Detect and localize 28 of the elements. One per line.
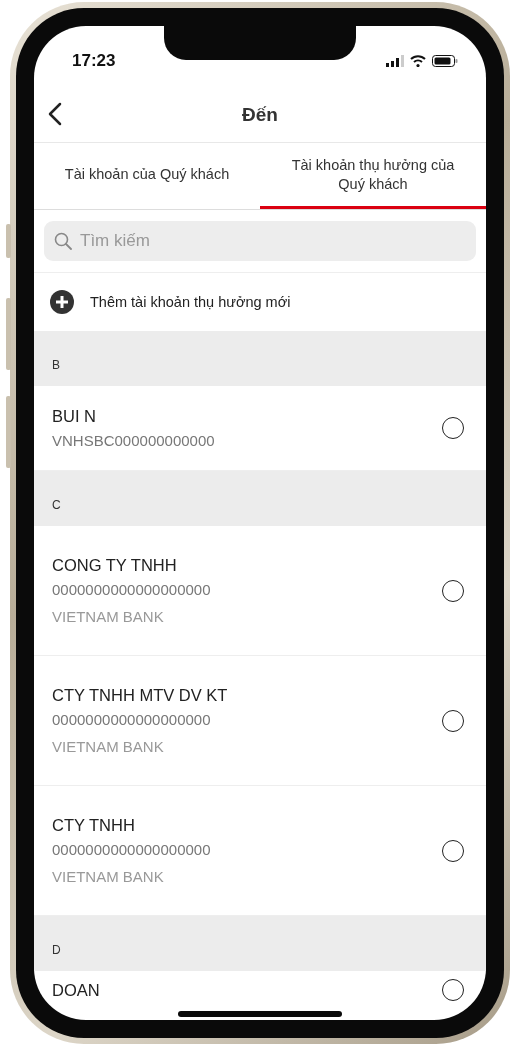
- section-letter: D: [52, 943, 61, 957]
- account-number: VNHSBC000000000000: [52, 432, 215, 449]
- wifi-icon: [410, 55, 426, 67]
- account-number: 0000000000000000000: [52, 711, 212, 728]
- beneficiary-name: CTY TNHH MTV DV KT: [52, 686, 228, 705]
- beneficiary-row[interactable]: CTY TNHH MTV DV KT 0000000000000000000 VIETNAM BANK: [34, 656, 486, 786]
- beneficiary-name: CTY TNHH: [52, 816, 136, 835]
- beneficiary-name: DOAN: [52, 980, 100, 1000]
- beneficiary-name: BUI N: [52, 407, 97, 426]
- beneficiary-row[interactable]: DOAN: [34, 971, 486, 1005]
- search-icon: [54, 232, 72, 250]
- back-icon: [48, 102, 62, 126]
- search-field[interactable]: Tìm kiếm: [44, 221, 476, 261]
- account-number: 0000000000000000000: [52, 581, 211, 598]
- search-input[interactable]: Tìm kiếm: [78, 230, 466, 252]
- battery-icon: [432, 55, 458, 67]
- bank-name: VIETNAM BANK: [52, 868, 165, 885]
- plus-icon: [50, 290, 74, 314]
- clock-time: 17:23: [72, 51, 116, 71]
- bank-name: VIETNAM BANK: [52, 608, 165, 625]
- beneficiary-row[interactable]: CONG TY TNHH 0000000000000000000 VIETNAM BANK: [34, 526, 486, 656]
- section-letter: C: [52, 498, 61, 512]
- beneficiary-name: CONG TY TNHH: [52, 556, 178, 575]
- account-number: 0000000000000000000: [52, 841, 211, 858]
- signal-icon: [386, 55, 404, 67]
- page-title: Đến: [242, 104, 278, 126]
- bank-name: VIETNAM BANK: [52, 738, 165, 755]
- section-letter: B: [52, 358, 60, 372]
